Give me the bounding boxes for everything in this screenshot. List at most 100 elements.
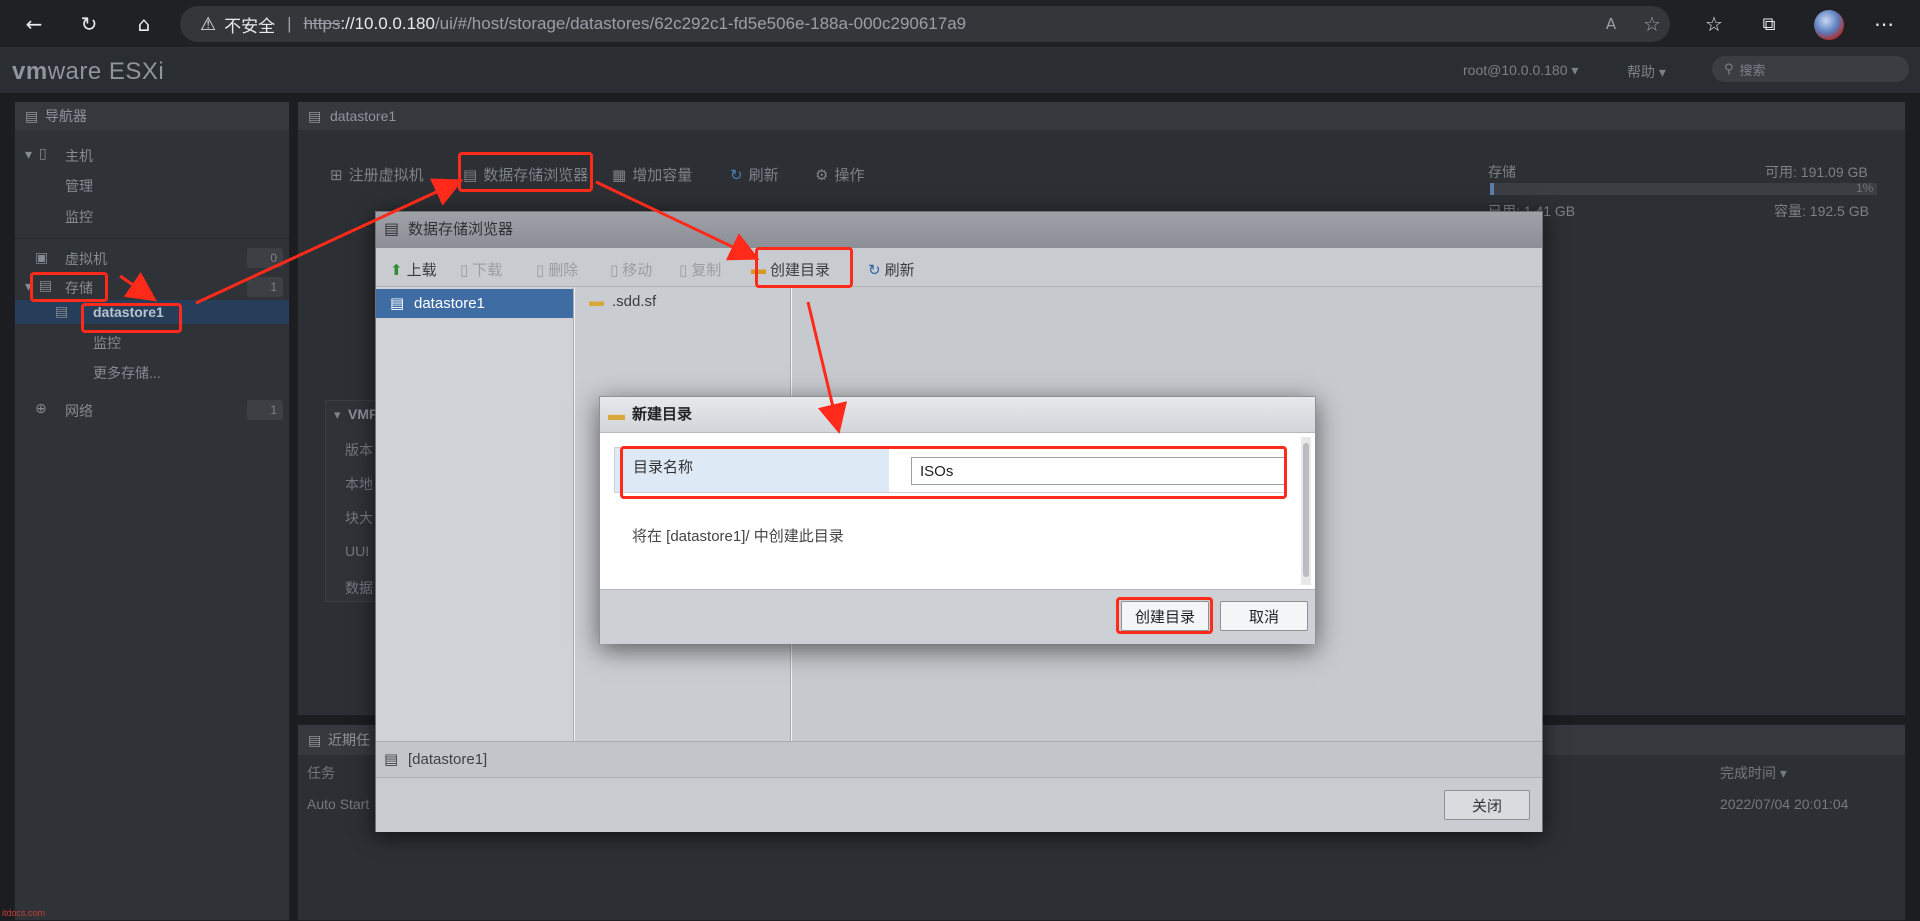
datastore-list-item[interactable]: ▤ datastore1 [376,289,573,318]
create-directory-button[interactable]: ▬ 创建目录 [751,259,830,280]
dialog-footer: 关闭 [376,777,1542,832]
increase-capacity-label: 增加容量 [632,167,693,184]
help-menu[interactable]: 帮助 ▾ [1627,62,1666,82]
download-icon: ▯ [460,261,469,279]
nav-item-monitor[interactable]: 监控 [65,207,93,227]
tasks-icon: ▤ [308,732,322,748]
datastore-icon: ▤ [390,295,405,312]
collapse-icon[interactable]: ▾ [334,407,341,423]
browser-toolbar: ← ↻ ⌂ ⚠ 不安全 | https://10.0.0.180/ui/#/ho… [0,0,1920,48]
nav-item-vms[interactable]: 虚拟机 [65,249,107,269]
move-button[interactable]: ▯ 移动 [610,259,652,280]
nav-item-datastore1[interactable]: datastore1 [93,304,164,320]
favorite-add-icon[interactable]: ☆ [1636,8,1668,40]
datastore-browser-icon: ▤ [384,221,400,238]
more-icon[interactable]: ⋯ [1868,8,1900,40]
address-bar[interactable]: ⚠ 不安全 | https://10.0.0.180/ui/#/host/sto… [180,6,1670,42]
navigator-title-text: 导航器 [45,108,87,124]
actions-button[interactable]: ⚙ 操作 [815,164,864,185]
nav-item-more-storage[interactable]: 更多存储... [93,363,161,383]
nav-item-host[interactable]: 主机 [65,146,93,166]
datastore-icon: ▤ [55,303,69,319]
cancel-button[interactable]: 取消 [1220,601,1308,631]
datastore-icon: ▤ [384,751,399,768]
task-name-cell: Auto Start [307,796,370,812]
dialog-title-text: 数据存储浏览器 [408,221,514,238]
panel-title-text: datastore1 [330,108,397,124]
folder-icon: ▬ [751,261,766,278]
copy-button[interactable]: ▯ 复制 [679,259,721,280]
delete-button[interactable]: ▯ 删除 [536,259,578,280]
upload-label: 上载 [406,262,437,279]
vm-icon: ▣ [35,249,49,265]
create-directory-label: 创建目录 [770,262,831,279]
directory-name-row: 目录名称 [614,447,1286,493]
vm-count-badge: 0 [247,248,283,268]
user-menu[interactable]: root@10.0.0.180 ▾ [1463,62,1578,79]
path-status-text: [datastore1] [408,751,488,768]
directory-name-input[interactable] [911,457,1285,485]
upload-icon: ⬆ [390,261,403,279]
download-button[interactable]: ▯ 下载 [460,259,502,280]
storage-capacity: 容量: 192.5 GB [1774,203,1869,219]
datastore-name: datastore1 [414,295,485,312]
register-vm-button[interactable]: ⊞ 注册虚拟机 [330,164,424,185]
folder-icon: ▬ [589,293,604,310]
esxi-header: vmware ESXi root@10.0.0.180 ▾ 帮助 ▾ ⚲ 搜索 [0,48,1920,94]
warning-icon: ⚠ [200,13,217,34]
nav-item-ds-monitor[interactable]: 监控 [93,333,121,353]
scrollbar-thumb[interactable] [1303,443,1309,577]
back-icon[interactable]: ← [18,8,50,40]
nav-item-manage[interactable]: 管理 [65,176,93,196]
datastore-icon: ▤ [308,108,322,124]
search-input[interactable]: ⚲ 搜索 [1712,56,1909,82]
copy-label: 复制 [691,262,722,279]
storage-icon: ▤ [39,277,53,293]
increase-capacity-button[interactable]: ▦ 增加容量 [612,164,692,185]
vmfs-panel-title: VMF [348,406,378,422]
upload-button[interactable]: ⬆ 上载 [390,259,437,280]
refresh-button[interactable]: ↻ 刷新 [868,259,915,280]
refresh-label: 刷新 [884,262,915,279]
register-vm-icon: ⊞ [330,166,343,184]
storage-free: 可用: 191.09 GB [1765,164,1868,180]
nav-item-storage[interactable]: 存储 [65,278,93,298]
favorites-icon[interactable]: ☆ [1698,8,1730,40]
reload-icon[interactable]: ↻ [73,8,105,40]
move-label: 移动 [622,262,653,279]
detail-row: 版本 [345,442,373,458]
refresh-label: 刷新 [748,167,779,184]
expand-icon[interactable]: ▾ [25,146,32,163]
folder-item[interactable]: ▬ .sdd.sf [589,293,656,310]
create-directory-confirm-button[interactable]: 创建目录 [1121,601,1209,631]
nav-item-network[interactable]: 网络 [65,401,93,421]
profile-avatar[interactable] [1814,10,1844,40]
scrollbar[interactable] [1301,437,1311,585]
datastore-browser-button[interactable]: ▤ 数据存储浏览器 [463,164,588,185]
new-directory-dialog: ▬ 新建目录 目录名称 将在 [datastore1]/ 中创建此目录 创建目录… [599,396,1316,644]
actions-label: 操作 [834,167,865,184]
security-label: 不安全 [224,16,276,36]
collections-icon[interactable]: ⧉ [1753,8,1785,40]
refresh-button[interactable]: ↻ 刷新 [730,164,779,185]
datastore-list: ▤ datastore1 ||| [376,287,589,741]
storage-percent: 1% [1856,181,1874,195]
completed-column-header[interactable]: 完成时间 ▾ [1720,763,1787,783]
task-column-header[interactable]: 任务 [307,763,335,783]
close-button[interactable]: 关闭 [1444,790,1530,820]
move-icon: ▯ [610,261,619,279]
new-folder-icon: ▬ [608,405,625,424]
navigator-title: ▤ 导航器 [15,102,289,130]
detail-row: 数据 [345,580,373,596]
home-icon[interactable]: ⌂ [128,8,160,40]
divider: | [287,14,292,33]
increase-capacity-icon: ▦ [612,166,627,184]
dialog-title: ▬ 新建目录 [600,397,1315,433]
storage-usage-bar [1490,183,1877,195]
panel-title: ▤ datastore1 [298,102,1905,130]
refresh-icon: ↻ [730,166,743,184]
expand-icon[interactable]: ▾ [25,278,32,295]
directory-name-label: 目录名称 [615,448,889,492]
folder-name: .sdd.sf [612,293,657,310]
read-aloud-icon[interactable]: A [1595,8,1627,40]
